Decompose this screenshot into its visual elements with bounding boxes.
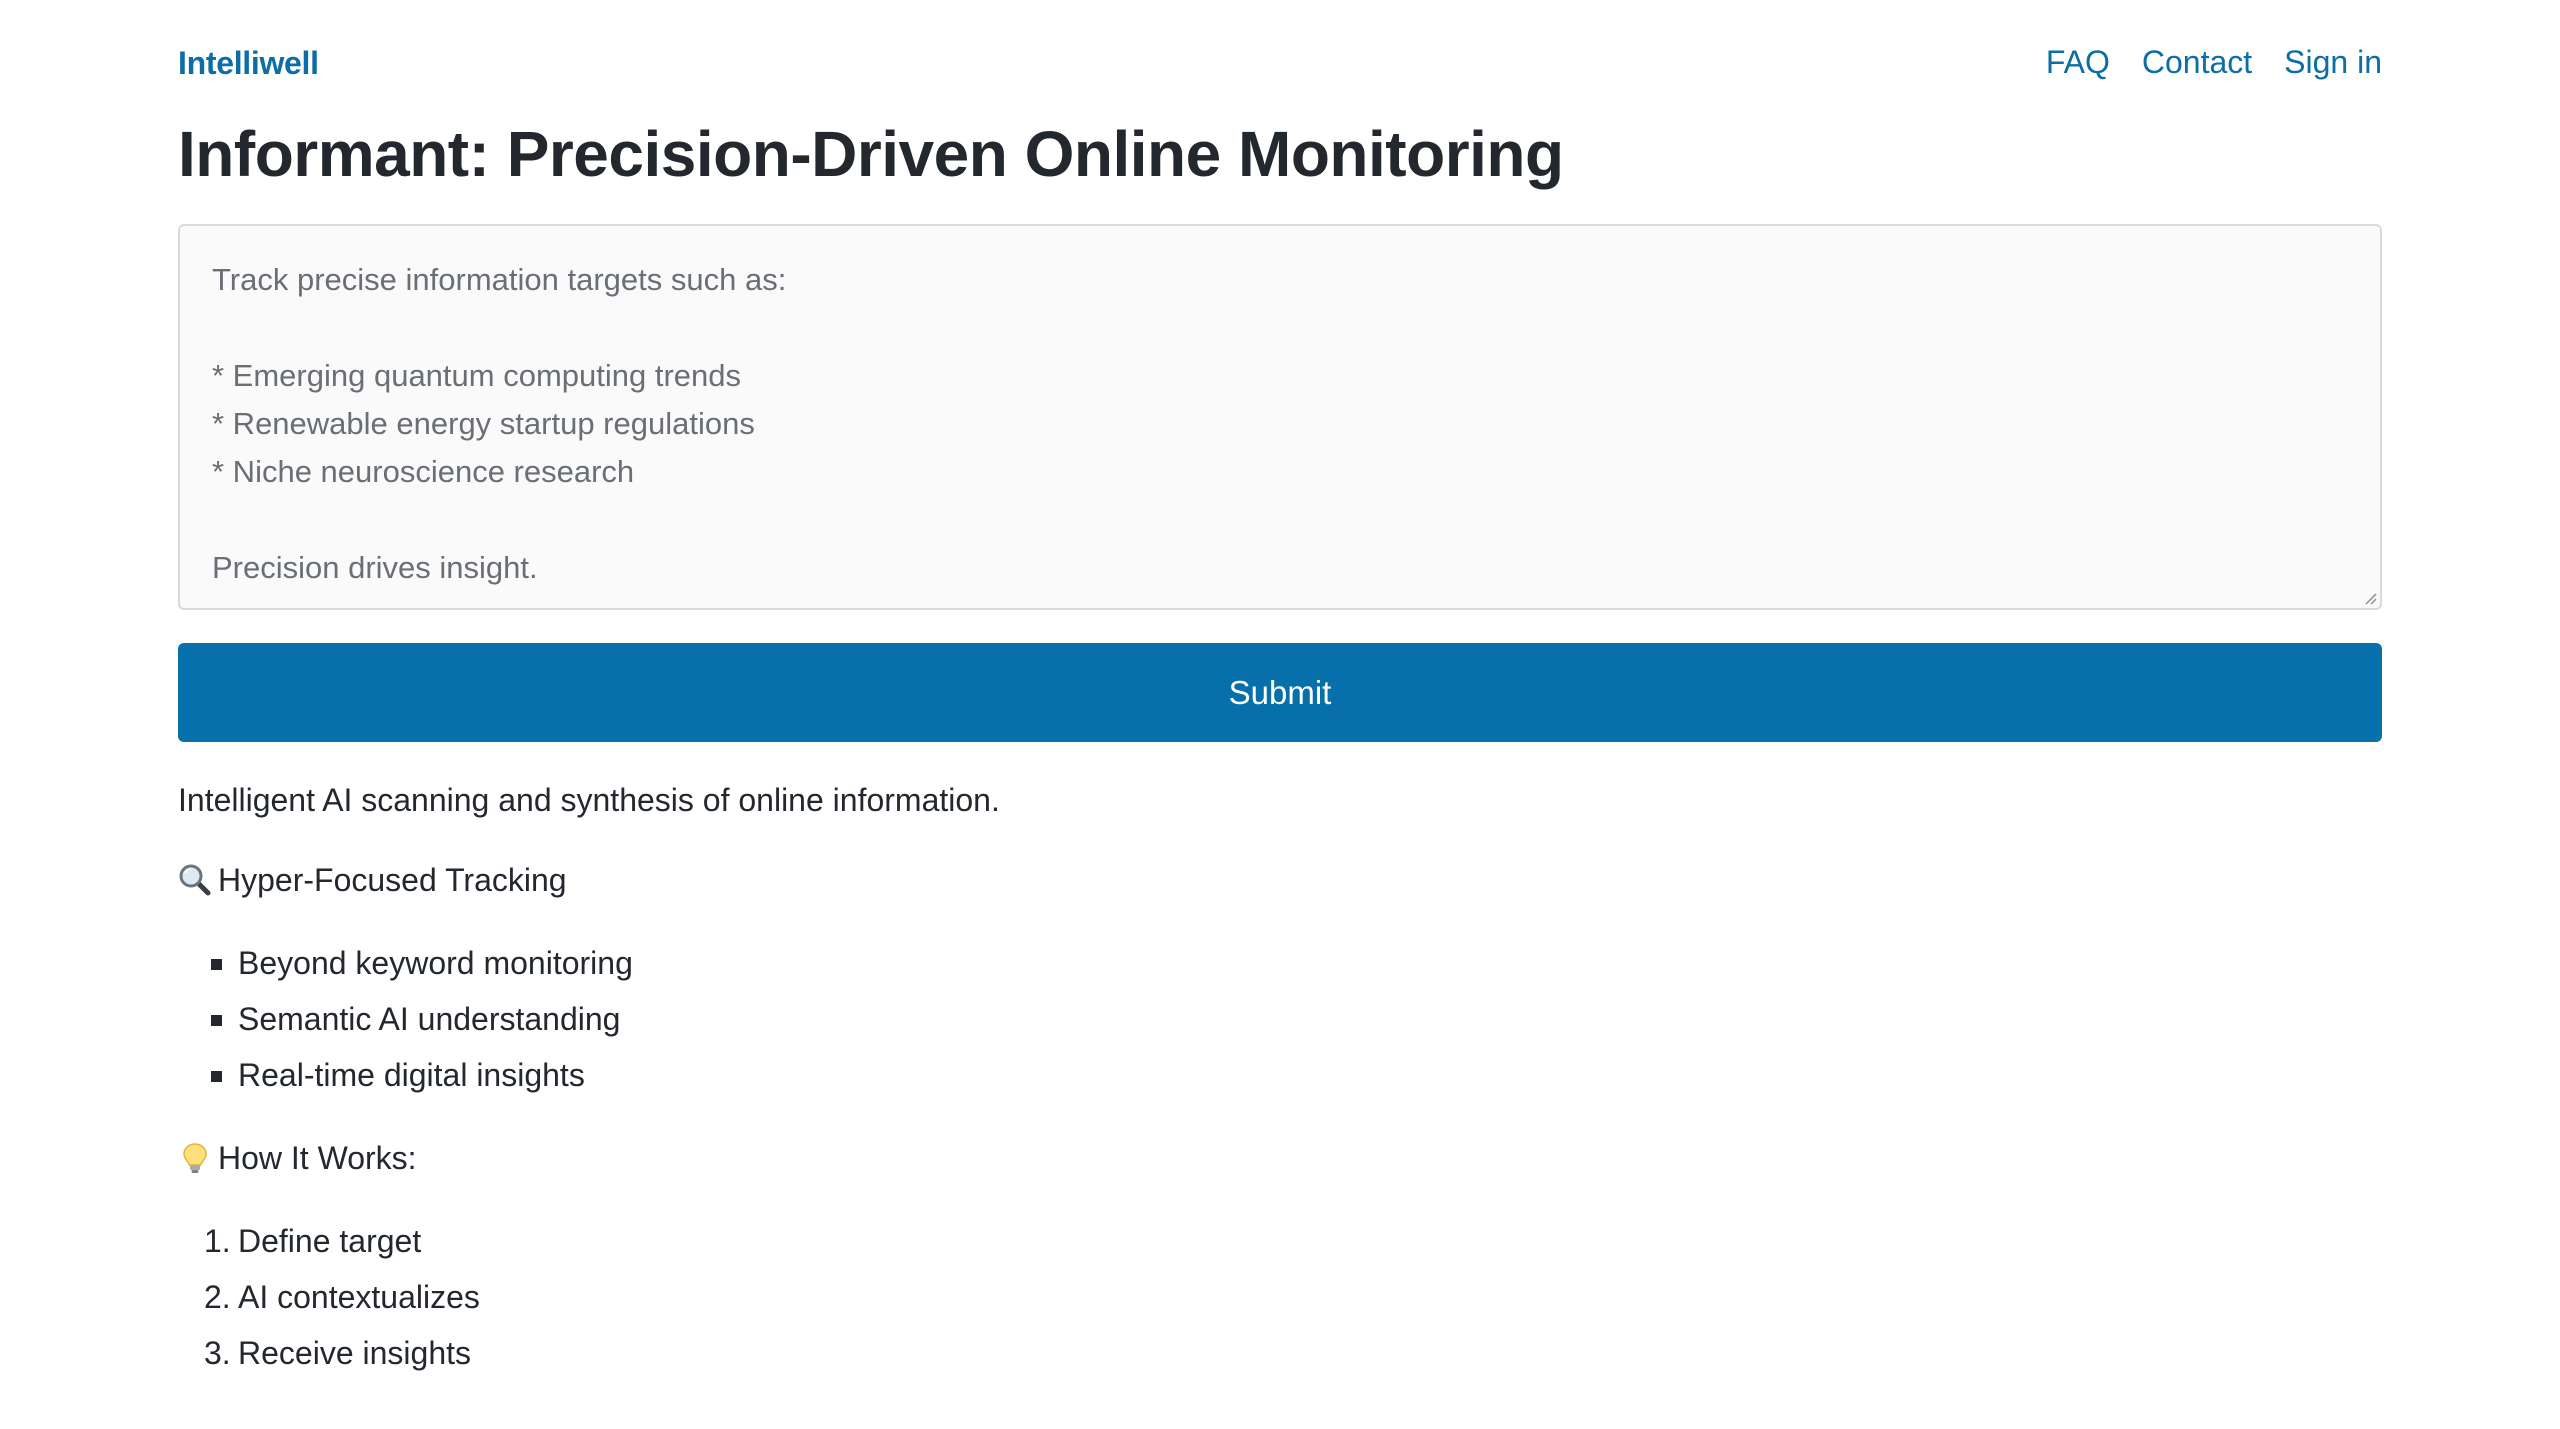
- top-nav: Intelliwell FAQ Contact Sign in: [178, 0, 2382, 130]
- magnifying-glass-icon: [179, 864, 211, 896]
- bullet: [211, 1071, 222, 1082]
- how-it-works-heading: How It Works:: [178, 1133, 2382, 1183]
- list-item-text: AI contextualizes: [238, 1279, 480, 1315]
- steps-list: 1. Define target 2. AI contextualizes 3. Re…: [178, 1213, 2382, 1381]
- list-item-text: Define target: [238, 1223, 422, 1259]
- lightbulb-icon: [183, 1143, 207, 1173]
- list-item: Real-time digital insights: [178, 1047, 2382, 1103]
- list-item-text: Semantic AI understanding: [238, 1001, 621, 1037]
- nav-links: FAQ Contact Sign in: [2046, 44, 2382, 81]
- nav-link-contact[interactable]: Contact: [2142, 44, 2252, 81]
- page-title: Informant: Precision-Driven Online Monit…: [178, 118, 1564, 190]
- list-item-text: Beyond keyword monitoring: [238, 945, 633, 981]
- features-heading: Hyper-Focused Tracking: [178, 855, 2382, 905]
- step-number: 1.: [204, 1223, 231, 1259]
- list-item-text: Receive insights: [238, 1335, 471, 1371]
- bullet: [211, 1015, 222, 1026]
- prompt-field-wrapper: Track precise information targets such a…: [178, 224, 2382, 610]
- submit-button[interactable]: Submit: [178, 643, 2382, 742]
- nav-link-faq[interactable]: FAQ: [2046, 44, 2110, 81]
- features-heading-text: Hyper-Focused Tracking: [218, 862, 567, 898]
- list-item: Beyond keyword monitoring: [178, 935, 2382, 991]
- features-list: Beyond keyword monitoring Semantic AI un…: [178, 935, 2382, 1103]
- resize-handle-icon[interactable]: [2362, 590, 2378, 606]
- monitoring-target-textarea[interactable]: Track precise information targets such a…: [180, 226, 2380, 608]
- list-item: 2. AI contextualizes: [178, 1269, 2382, 1325]
- info-content: Intelligent AI scanning and synthesis of…: [178, 775, 2382, 1381]
- list-item: Semantic AI understanding: [178, 991, 2382, 1047]
- brand-logo-link[interactable]: Intelliwell: [178, 45, 319, 82]
- step-number: 2.: [204, 1279, 231, 1315]
- page: Intelliwell FAQ Contact Sign in Informan…: [0, 0, 2560, 1429]
- how-it-works-heading-text: How It Works:: [218, 1140, 417, 1176]
- list-item: 3. Receive insights: [178, 1325, 2382, 1381]
- nav-link-sign-in[interactable]: Sign in: [2284, 44, 2382, 81]
- main-container: Intelliwell FAQ Contact Sign in Informan…: [178, 0, 2382, 1371]
- tagline: Intelligent AI scanning and synthesis of…: [178, 782, 1000, 818]
- bullet: [211, 959, 222, 970]
- list-item-text: Real-time digital insights: [238, 1057, 585, 1093]
- step-number: 3.: [204, 1335, 231, 1371]
- list-item: 1. Define target: [178, 1213, 2382, 1269]
